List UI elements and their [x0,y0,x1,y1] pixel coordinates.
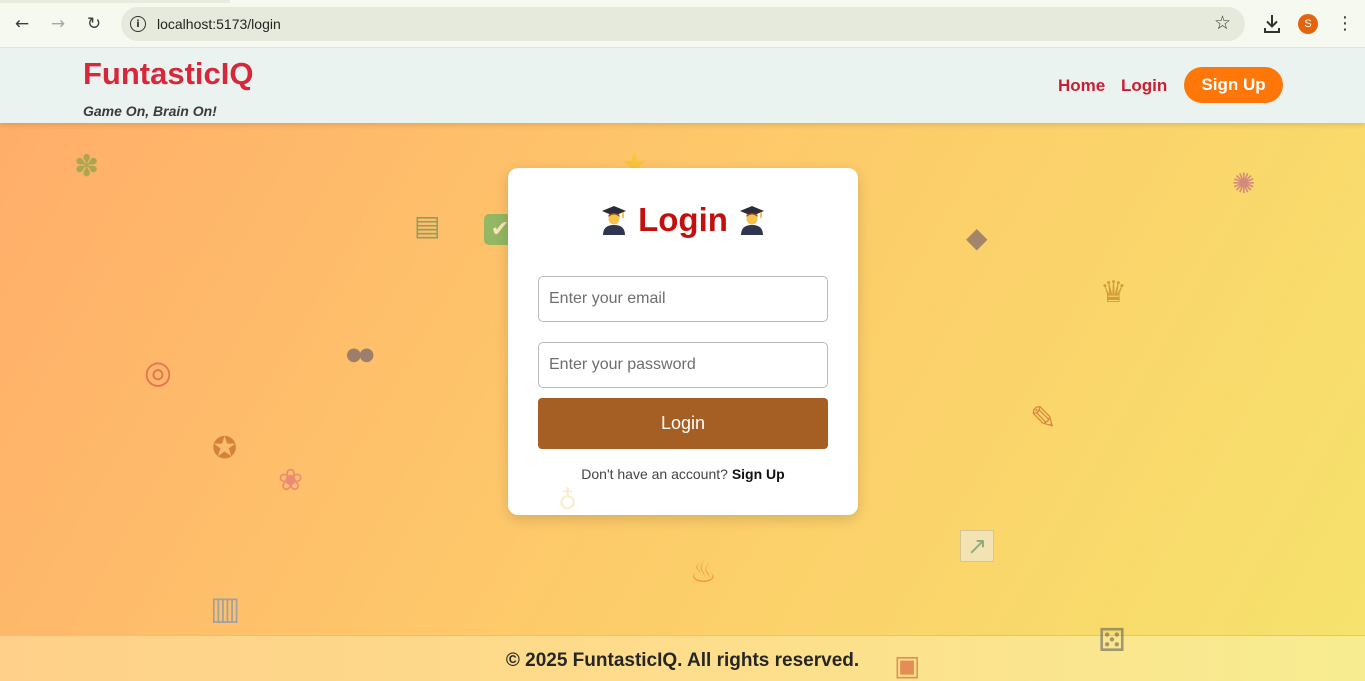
footer-copyright: © 2025 FuntasticIQ. All rights reserved. [505,650,860,671]
login-submit-button[interactable]: Login [538,398,828,449]
party-popper-icon: ✺ [1232,167,1256,200]
email-input[interactable] [538,276,828,322]
site-header: FuntasticIQ Game On, Brain On! Home Logi… [0,48,1365,123]
pencil-icon: ✎ [1030,399,1057,437]
login-title-text: Login [638,201,728,238]
brand-tagline: Game On, Brain On! [83,103,217,119]
address-bar[interactable]: i localhost:5173/login ☆ [121,7,1245,41]
back-button[interactable]: ← [8,10,36,38]
bar-chart-icon: ▥ [210,589,241,627]
browser-toolbar: ← → ↻ i localhost:5173/login ☆ S ⋮ [0,0,1365,48]
tab-strip-edge [0,0,230,3]
signup-prompt-text: Don't have an account? [581,466,728,482]
books-icon: ▤ [414,209,441,242]
nav-login-link[interactable]: Login [1121,76,1167,96]
bookmark-star-icon[interactable]: ☆ [1214,12,1231,34]
trophy-icon: ♛ [1100,275,1127,310]
dice-icon: ⚄ [1098,621,1126,659]
graduate-icon [602,206,627,235]
palette-icon: ◆ [966,221,988,254]
arrow-right-icon: → [50,14,66,34]
medal-icon: ✪ [212,431,238,466]
download-icon[interactable] [1262,13,1282,35]
login-card: Login Login Don't have an account? Sign … [508,168,858,515]
gift-icon: ▣ [894,649,921,681]
signup-prompt: Don't have an account? Sign Up [508,466,858,482]
signup-link[interactable]: Sign Up [732,466,785,482]
url-text[interactable]: localhost:5173/login [157,16,281,32]
chart-up-icon: ↗ [960,530,994,562]
potion-icon: ♁ [558,486,578,516]
reload-button[interactable]: ↻ [80,10,108,38]
site-footer: © 2025 FuntasticIQ. All rights reserved. [0,635,1365,681]
target-icon: ◎ [144,353,172,391]
arrow-left-icon: ← [14,14,30,34]
reload-icon: ↻ [86,14,102,34]
nav-home-link[interactable]: Home [1058,76,1105,96]
puzzle-icon: ✽ [74,149,100,184]
login-title: Login [508,201,858,239]
browser-menu-icon[interactable]: ⋮ [1336,12,1354,36]
page-background: ✽ ▤ ✔ ★ ◆ ✺ ♛ ✺ ●● ◎ ✎ ✪ ❀ ♁ ↗ ♨ ▥ ⚄ ▣ F… [0,48,1365,681]
brain-icon: ❀ [278,463,304,498]
brand-logo[interactable]: FuntasticIQ [83,56,254,92]
password-input[interactable] [538,342,828,388]
site-info-icon[interactable]: i [130,16,146,32]
people-icon: ●● [346,344,374,365]
graduate-icon [739,206,764,235]
profile-avatar[interactable]: S [1298,14,1318,34]
nav-signup-button[interactable]: Sign Up [1184,67,1283,103]
fire-icon: ♨ [690,555,717,590]
forward-button[interactable]: → [44,10,72,38]
